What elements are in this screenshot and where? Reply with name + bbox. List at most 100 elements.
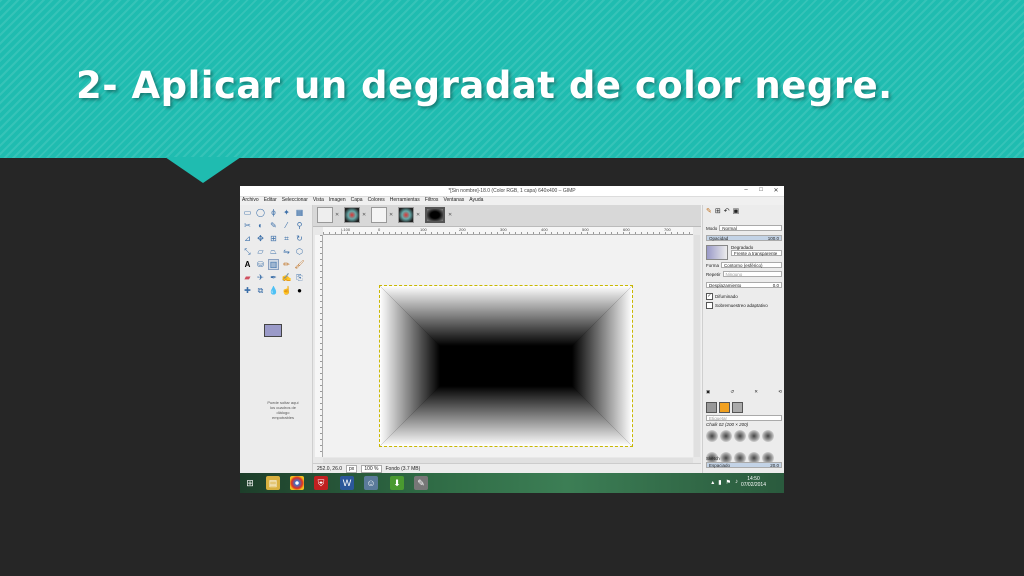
bucket-fill-icon[interactable]: ⛁ [255,259,266,270]
brush-thumb[interactable] [762,430,774,442]
tab-close-icon[interactable]: ✕ [389,212,393,218]
free-select-icon[interactable]: ϕ [268,207,279,218]
brush-thumb[interactable] [706,430,718,442]
canvas-viewport[interactable] [323,235,693,457]
restore-options-icon[interactable]: ↺ [730,389,734,395]
blend-icon[interactable]: ▥ [268,259,279,270]
foreground-select-icon[interactable]: ◐ [255,220,266,231]
image-canvas[interactable] [379,285,633,447]
shape-select[interactable]: Contorno (esférico) [721,262,782,268]
paths-icon[interactable]: ✎ [268,220,279,231]
flip-icon[interactable]: ⇋ [281,246,292,257]
gradient-select[interactable]: Frente a transparente [731,250,782,256]
clone-icon[interactable]: ⎘ [294,272,305,283]
word-icon[interactable]: W [340,476,354,490]
brush-tag-filter[interactable]: Etiquetar [706,415,782,421]
tab-thumb-4[interactable] [398,207,414,223]
rotate-icon[interactable]: ↻ [294,233,305,244]
spacing-slider[interactable]: Espaciado 20.0 [706,462,782,468]
repeat-select[interactable]: Ninguno [722,271,782,277]
perspective-clone-icon[interactable]: ⧉ [255,285,266,296]
antivirus-icon[interactable]: ⛨ [314,476,328,490]
scale-icon[interactable]: ⤡ [242,246,253,257]
menu-capa[interactable]: Capa [351,197,363,203]
undo-tab-icon[interactable]: ↶ [724,207,730,215]
heal-icon[interactable]: ✚ [242,285,253,296]
menu-ventanas[interactable]: Ventanas [443,197,464,203]
perspective-icon[interactable]: ⏢ [268,246,279,257]
shear-icon[interactable]: ▱ [255,246,266,257]
people-icon[interactable]: ☺ [364,476,378,490]
pencil-icon[interactable]: ✏ [281,259,292,270]
close-button[interactable]: ✕ [772,187,780,194]
ellipse-select-icon[interactable]: ◯ [255,207,266,218]
tab-close-icon[interactable]: ✕ [362,212,366,218]
brush-swatch[interactable] [719,402,730,413]
foreground-color-swatch[interactable] [264,324,282,337]
tab-close-icon[interactable]: ✕ [448,212,452,218]
tool-options-tab-icon[interactable]: ✎ [706,207,712,215]
tab-thumb-3[interactable] [371,207,387,223]
action-center-icon[interactable]: ⚑ [726,479,731,486]
smudge-icon[interactable]: ☝ [281,285,292,296]
dither-checkbox[interactable]: ✓ [706,293,713,300]
delete-options-icon[interactable]: ✕ [754,389,758,395]
mode-select[interactable]: Normal [719,225,782,231]
blur-icon[interactable]: 💧 [268,285,279,296]
brush-thumb[interactable] [734,430,746,442]
gradient-swatch[interactable] [732,402,743,413]
crop-icon[interactable]: ⌗ [281,233,292,244]
cage-icon[interactable]: ⬡ [294,246,305,257]
menu-editar[interactable]: Editar [264,197,277,203]
pattern-swatch[interactable] [706,402,717,413]
volume-icon[interactable]: ♪ [735,479,738,486]
zoom-icon[interactable]: ⚲ [294,220,305,231]
menu-archivo[interactable]: Archivo [242,197,259,203]
ink-icon[interactable]: ✒ [268,272,279,283]
offset-slider[interactable]: Desplazamiento 0.0 [706,282,782,288]
menu-filtros[interactable]: Filtros [425,197,439,203]
mypaint-brush-icon[interactable]: ✍ [281,272,292,283]
gimp-icon[interactable]: ✎ [414,476,428,490]
dodge-burn-icon[interactable]: ● [294,285,305,296]
reset-options-icon[interactable]: ⟲ [778,389,782,395]
windows-start-icon[interactable]: ⊞ [243,476,257,490]
save-options-icon[interactable]: ▣ [706,389,710,395]
download-icon[interactable]: ⬇ [390,476,404,490]
maximize-button[interactable]: □ [757,187,765,194]
images-tab-icon[interactable]: ▣ [733,207,740,215]
brush-thumb[interactable] [720,430,732,442]
show-hidden-icon[interactable]: ▴ [711,479,714,486]
tab-close-icon[interactable]: ✕ [416,212,420,218]
paintbrush-icon[interactable]: 🖌 [294,259,305,270]
color-picker-icon[interactable]: ⁄ [281,220,292,231]
chrome-icon[interactable] [290,476,304,490]
scissors-icon[interactable]: ✂ [242,220,253,231]
measure-icon[interactable]: ⊿ [242,233,253,244]
network-icon[interactable]: ▮ [718,479,721,486]
menu-colores[interactable]: Colores [368,197,385,203]
align-icon[interactable]: ⊞ [268,233,279,244]
move-icon[interactable]: ✥ [255,233,266,244]
tab-thumb-2[interactable] [344,207,360,223]
color-selector[interactable] [264,324,290,346]
menu-ayuda[interactable]: Ayuda [469,197,483,203]
tab-close-icon[interactable]: ✕ [335,212,339,218]
fuzzy-select-icon[interactable]: ✦ [281,207,292,218]
adaptive-checkbox[interactable] [706,302,713,309]
gradient-preview[interactable] [706,245,728,260]
menu-herramientas[interactable]: Herramientas [390,197,420,203]
select-by-color-icon[interactable]: ▦ [294,207,305,218]
vertical-scrollbar[interactable] [694,235,700,457]
brush-thumb[interactable] [748,430,760,442]
menu-seleccionar[interactable]: Seleccionar [282,197,308,203]
taskbar-clock[interactable]: 14:50 07/02/2014 [741,476,766,488]
zoom-select[interactable]: 100 % [361,464,382,473]
minimize-button[interactable]: – [742,187,750,194]
rect-select-icon[interactable]: ▭ [242,207,253,218]
menu-vista[interactable]: Vista [313,197,324,203]
menu-imagen[interactable]: Imagen [329,197,346,203]
file-explorer-icon[interactable]: ▤ [266,476,280,490]
device-status-tab-icon[interactable]: ⊞ [715,207,721,215]
text-icon[interactable]: A [242,259,253,270]
